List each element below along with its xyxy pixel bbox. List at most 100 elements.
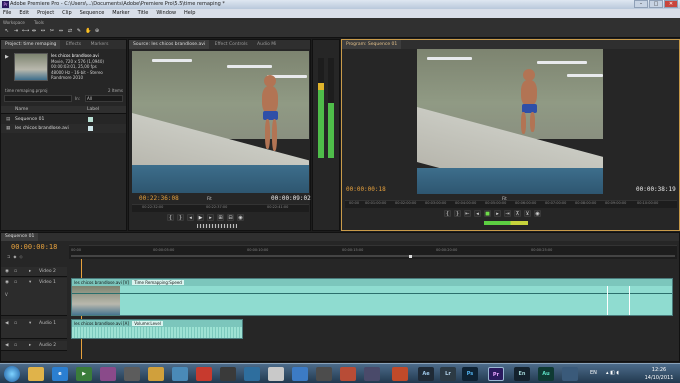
tab-audio-mixer[interactable]: Audio Mi xyxy=(253,40,280,49)
mark-out-icon[interactable]: } xyxy=(177,214,184,221)
menu-edit[interactable]: Edit xyxy=(19,9,29,18)
menu-window[interactable]: Window xyxy=(156,9,176,18)
razor-tool-icon[interactable]: ✂ xyxy=(49,28,55,34)
close-button[interactable]: ✕ xyxy=(664,0,678,8)
premiere-icon[interactable]: Pr xyxy=(488,367,504,381)
lock-icon[interactable]: ▫ xyxy=(14,321,17,326)
app-icon[interactable] xyxy=(392,367,408,381)
go-to-in-icon[interactable]: ⇤ xyxy=(464,210,471,217)
clock[interactable]: 12:26 14/10/2011 xyxy=(640,366,678,382)
menu-sequence[interactable]: Sequence xyxy=(80,9,105,18)
selection-tool-icon[interactable]: ↖ xyxy=(4,28,10,34)
source-fit-select[interactable]: Fit xyxy=(207,196,212,201)
source-ruler[interactable]: 00:22:32:00 00:22:37:00 00:22:41:00 xyxy=(132,204,309,212)
app-icon[interactable] xyxy=(292,367,308,381)
jog-shuttle[interactable] xyxy=(484,221,528,225)
zoom-tool-icon[interactable]: ⊕ xyxy=(94,28,100,34)
eye-icon[interactable]: ◉ xyxy=(5,280,9,285)
in-filter-select[interactable]: All xyxy=(85,95,123,102)
app-icon[interactable] xyxy=(220,367,236,381)
encore-icon[interactable]: En xyxy=(514,367,530,381)
tab-project[interactable]: Project: time remaping xyxy=(1,40,61,49)
expand-track-icon[interactable]: ▸ xyxy=(29,267,31,277)
tab-program[interactable]: Program: Sequence 01 xyxy=(342,40,402,49)
speed-keyframe[interactable] xyxy=(629,286,630,315)
speed-rubber-band[interactable] xyxy=(72,293,672,294)
menu-title[interactable]: Title xyxy=(138,9,149,18)
hand-tool-icon[interactable]: ✋ xyxy=(85,28,91,34)
tab-effects[interactable]: Effects xyxy=(62,40,85,49)
video-clip[interactable]: les chicos brandlose.avi [V] Time Remapp… xyxy=(71,278,673,316)
step-forward-icon[interactable]: ▸ xyxy=(494,210,501,217)
search-input[interactable]: ⌕ xyxy=(4,95,72,112)
export-frame-icon[interactable]: ◉ xyxy=(237,214,244,221)
go-to-out-icon[interactable]: ⇥ xyxy=(504,210,511,217)
lock-icon[interactable]: ▫ xyxy=(14,280,17,285)
track-header-audio2[interactable]: ◀ ▫ ▸ Audio 2 xyxy=(1,341,67,351)
lock-icon[interactable]: ▫ xyxy=(14,267,17,277)
step-forward-icon[interactable]: ▸ xyxy=(207,214,214,221)
step-back-icon[interactable]: ◂ xyxy=(187,214,194,221)
export-frame-icon[interactable]: ◉ xyxy=(534,210,541,217)
speaker-icon[interactable]: ◀ xyxy=(5,321,8,326)
track-header-video2[interactable]: ◉ ▫ ▸ Video 2 xyxy=(1,267,67,277)
speaker-icon[interactable]: ◀ xyxy=(5,341,8,351)
app-icon[interactable] xyxy=(364,367,380,381)
mark-in-icon[interactable]: { xyxy=(167,214,174,221)
tab-sequence[interactable]: Sequence 01 xyxy=(1,233,39,241)
play-icon[interactable]: ▶ xyxy=(197,214,204,221)
collapse-track-icon[interactable]: ▾ xyxy=(29,280,31,285)
photoshop-icon[interactable]: Ps xyxy=(462,367,478,381)
app-icon[interactable] xyxy=(316,367,332,381)
app-icon[interactable] xyxy=(124,367,140,381)
app-icon[interactable] xyxy=(244,367,260,381)
track-select-tool-icon[interactable]: ⇥ xyxy=(13,28,19,34)
video-clip-effect[interactable]: Time Remapping:Speed xyxy=(132,280,184,285)
menu-help[interactable]: Help xyxy=(184,9,195,18)
language-indicator[interactable]: EN xyxy=(590,370,597,376)
mark-in-icon[interactable]: { xyxy=(444,210,451,217)
jog-shuttle[interactable] xyxy=(197,224,237,228)
app-icon[interactable] xyxy=(100,367,116,381)
program-ruler[interactable]: 00:00 00:01:00:00 00:02:00:00 00:03:00:0… xyxy=(345,200,677,208)
media-player-icon[interactable]: ▶ xyxy=(76,367,92,381)
track-header-video1[interactable]: ◉ ▫ ▾ Video 1 V xyxy=(1,278,67,316)
audition-icon[interactable]: Au xyxy=(538,367,554,381)
program-timecode[interactable]: 00:00:00:18 xyxy=(346,186,386,193)
pen-tool-icon[interactable]: ✎ xyxy=(76,28,82,34)
eye-icon[interactable]: ◉ xyxy=(5,267,9,277)
minimize-button[interactable]: – xyxy=(634,0,648,8)
lock-icon[interactable]: ▫ xyxy=(14,341,17,351)
collapse-track-icon[interactable]: ▾ xyxy=(29,321,31,326)
slip-tool-icon[interactable]: ⇔ xyxy=(58,28,64,34)
list-item[interactable]: ▤ Sequence 01 xyxy=(1,115,126,124)
tray-icons[interactable]: ▴ ◧ ◖ xyxy=(606,370,619,376)
menu-clip[interactable]: Clip xyxy=(62,9,71,18)
menu-marker[interactable]: Marker xyxy=(112,9,129,18)
ie-icon[interactable]: e xyxy=(52,367,68,381)
app-icon[interactable] xyxy=(268,367,284,381)
source-timecode[interactable]: 00:22:36:08 xyxy=(139,195,179,202)
rate-stretch-tool-icon[interactable]: ↔ xyxy=(40,28,46,34)
app-icon[interactable] xyxy=(196,367,212,381)
track-header-audio1[interactable]: ◀ ▫ ▾ Audio 1 xyxy=(1,319,67,339)
menu-project[interactable]: Project xyxy=(37,9,54,18)
timeline-ruler[interactable]: 00:00 00:00:05:00 00:00:10:00 00:00:15:0… xyxy=(69,245,677,259)
extract-icon[interactable]: ⊻ xyxy=(524,210,531,217)
app-icon[interactable] xyxy=(340,367,356,381)
col-name[interactable]: Name xyxy=(15,106,28,114)
play-thumbnail-icon[interactable]: ▶ xyxy=(5,54,12,64)
start-button-icon[interactable] xyxy=(4,366,20,382)
app-icon[interactable] xyxy=(172,367,188,381)
app-icon[interactable] xyxy=(562,367,578,381)
lightroom-icon[interactable]: Lr xyxy=(440,367,456,381)
audio-clip-effect[interactable]: Volume:Level xyxy=(132,321,163,326)
tab-effect-controls[interactable]: Effect Controls xyxy=(211,40,252,49)
ripple-edit-tool-icon[interactable]: ⟷ xyxy=(22,28,29,34)
maximize-button[interactable]: □ xyxy=(649,0,663,8)
tab-markers[interactable]: Markers xyxy=(87,40,113,49)
rolling-edit-tool-icon[interactable]: ⇹ xyxy=(31,28,37,34)
list-item[interactable]: ▦ les chicos brandlose.avi xyxy=(1,124,126,133)
col-label[interactable]: Label xyxy=(87,106,99,114)
menu-file[interactable]: File xyxy=(3,9,11,18)
